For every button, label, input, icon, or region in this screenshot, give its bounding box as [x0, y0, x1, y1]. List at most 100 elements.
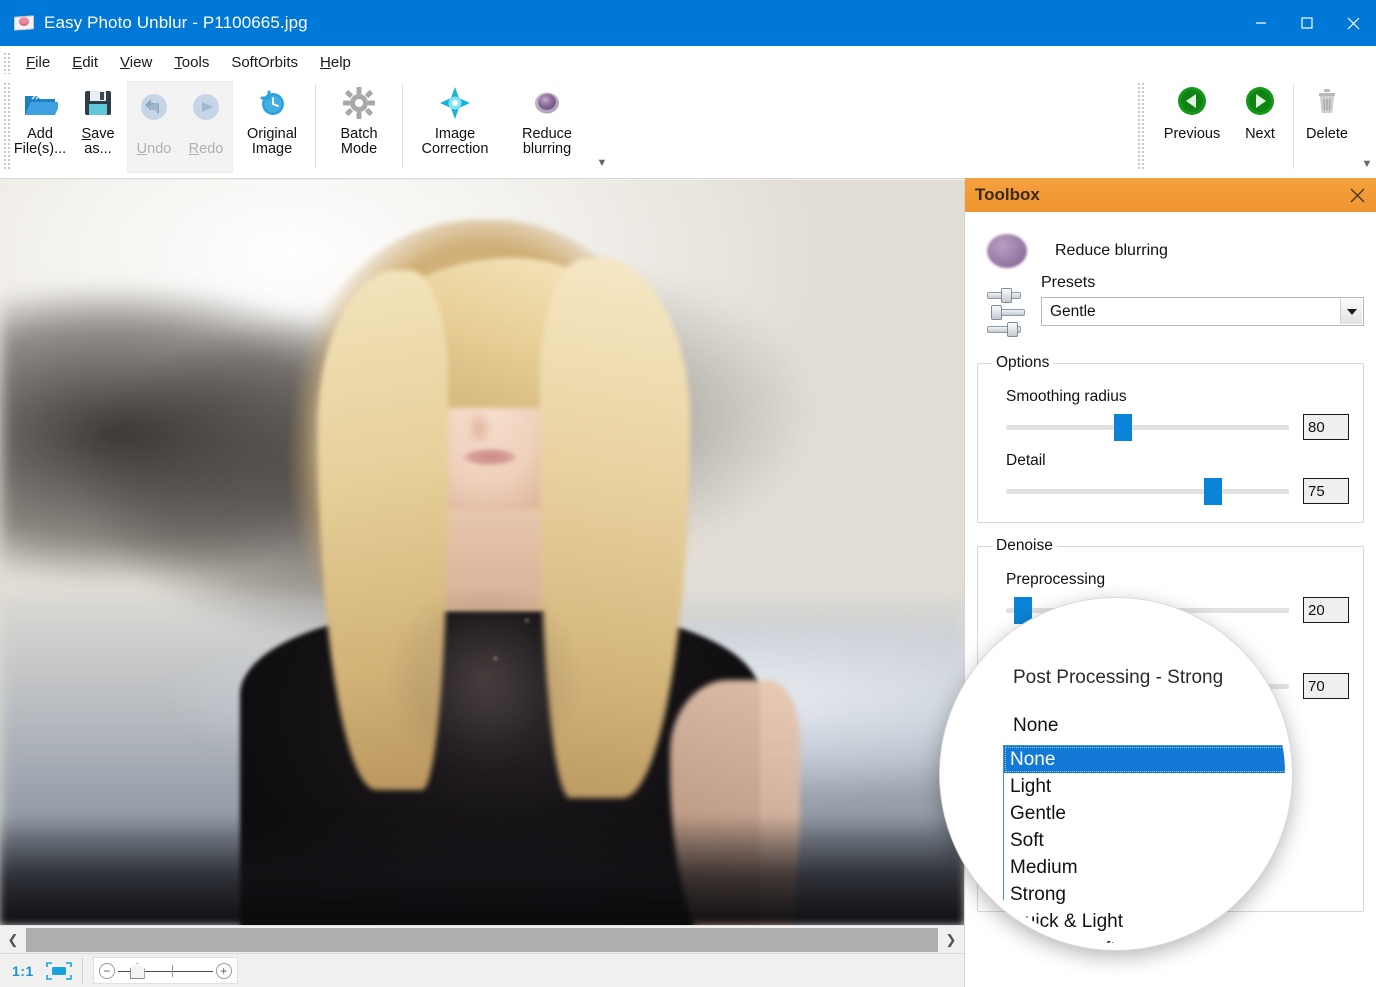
toolbar-label-batch-line1: Batch [340, 127, 377, 142]
listbox-option-gentle[interactable]: Gentle [1004, 800, 1292, 827]
plus-icon[interactable]: + [216, 963, 232, 979]
toolbar-button-add-files[interactable]: Add File(s)... [11, 79, 69, 171]
toolbar-button-reduce-blurring[interactable]: Reduce blurring [503, 79, 591, 171]
presets-dropdown[interactable]: Gentle [1041, 297, 1364, 326]
chevron-down-icon[interactable] [1340, 299, 1362, 324]
menu-item-help[interactable]: Help [309, 51, 362, 74]
blur-circle-icon [987, 234, 1027, 268]
presets-column: Presets Gentle [1041, 274, 1364, 326]
options-group: Options Smoothing radius 80 Detail 75 [977, 354, 1364, 523]
toolbox-header[interactable]: Toolbox [965, 178, 1376, 212]
title-bar: Easy Photo Unblur - P1100665.jpg [0, 0, 1376, 46]
menu-item-file[interactable]: File [15, 51, 61, 74]
toolbox-tool-name: Reduce blurring [1055, 242, 1168, 260]
presets-label: Presets [1041, 274, 1364, 292]
detail-slider[interactable] [1006, 476, 1289, 506]
window-title: Easy Photo Unblur - P1100665.jpg [44, 13, 308, 33]
close-icon[interactable] [1346, 184, 1368, 206]
trash-bin-icon [1309, 85, 1345, 121]
toolbar-right-expander-icon[interactable]: ▼ [1358, 155, 1376, 173]
toolbar-right-grip[interactable] [1137, 82, 1145, 170]
menu-bar: File Edit View Tools SoftOrbits Help [0, 46, 1376, 79]
toolbar-label-add-line1: Add [27, 127, 53, 142]
post-processing-listbox[interactable]: None Light Gentle Soft Medium Strong Qui… [1003, 745, 1292, 950]
post-processing-title: Post Processing - Strong [1013, 667, 1223, 689]
menu-item-view[interactable]: View [109, 51, 163, 74]
menu-tools-rest: ools [182, 54, 210, 71]
menu-help-rest: elp [331, 54, 351, 71]
fit-to-window-icon[interactable] [46, 962, 72, 980]
toolbar-separator-3 [1293, 85, 1294, 169]
toolbar-label-original-line2: Image [252, 142, 292, 157]
toolbar-label-previous: Previous [1164, 127, 1220, 142]
detail-label: Detail [1006, 452, 1349, 470]
detail-row: 75 [992, 476, 1349, 506]
blur-circle-icon [529, 85, 565, 121]
maximize-button[interactable] [1284, 0, 1330, 46]
clock-history-icon [254, 85, 290, 121]
scrollbar-track[interactable] [26, 926, 938, 954]
listbox-option-light[interactable]: Light [1004, 773, 1292, 800]
floppy-disk-icon [80, 85, 116, 121]
slider-track [1006, 489, 1289, 494]
toolbar-label-blur-line1: Reduce [522, 127, 572, 142]
toolbar-right-group: Previous Next [1134, 79, 1376, 179]
zoom-ratio-label[interactable]: 1:1 [12, 963, 34, 979]
menu-edit-rest: dit [82, 54, 98, 71]
toolbar-expander-icon[interactable]: ▼ [593, 154, 611, 172]
toolbar-button-original-image[interactable]: Original Image [233, 79, 311, 171]
open-folder-icon [22, 85, 58, 121]
sparkle-gem-icon [437, 85, 473, 121]
toolbar-label-blur-line2: blurring [523, 142, 571, 157]
listbox-option-medium[interactable]: Medium [1004, 854, 1292, 881]
slider-thumb[interactable] [1114, 414, 1132, 441]
toolbar-button-previous[interactable]: Previous [1153, 79, 1231, 171]
image-canvas[interactable] [0, 180, 964, 925]
minus-icon[interactable]: − [99, 963, 115, 979]
gear-icon [341, 85, 377, 121]
redo-arrow-icon [188, 90, 224, 126]
toolbox-title: Toolbox [975, 185, 1040, 205]
menu-item-softorbits[interactable]: SoftOrbits [220, 51, 309, 74]
listbox-option-strong[interactable]: Strong [1004, 881, 1292, 908]
toolbar-label-undo: Undo [137, 142, 172, 157]
toolbar-button-batch-mode[interactable]: Batch Mode [320, 79, 398, 171]
toolbar-grip-handle[interactable] [3, 82, 11, 170]
sliders-icon [985, 288, 1031, 340]
close-button[interactable] [1330, 0, 1376, 46]
toolbar-button-delete[interactable]: Delete [1298, 79, 1356, 171]
previous-green-arrow-icon [1174, 85, 1210, 121]
canvas-horizontal-scrollbar[interactable]: ❮ ❯ [0, 925, 964, 953]
toolbar-button-next[interactable]: Next [1231, 79, 1289, 171]
toolbar-label-add-line2: File(s)... [14, 142, 66, 157]
toolbar-button-undo[interactable]: Undo [128, 82, 180, 174]
toolbar-label-delete: Delete [1306, 127, 1348, 142]
listbox-option-soft[interactable]: Soft [1004, 827, 1292, 854]
toolbar-button-redo[interactable]: Redo [180, 82, 232, 174]
window-controls [1238, 0, 1376, 46]
menu-grip-handle[interactable] [3, 52, 11, 74]
slider-thumb[interactable] [1204, 478, 1222, 505]
detail-value[interactable]: 75 [1303, 478, 1349, 504]
toolbar-label-correction-line1: Image [435, 127, 475, 142]
scrollbar-thumb[interactable] [26, 928, 938, 952]
preprocessing-value[interactable]: 20 [1303, 597, 1349, 623]
presets-selected-value: Gentle [1042, 303, 1096, 321]
toolbar-separator-1 [315, 85, 316, 168]
chevron-left-icon[interactable]: ❮ [0, 926, 26, 954]
postprocessing-value[interactable]: 70 [1303, 673, 1349, 699]
zoom-slider-widget[interactable]: − + [93, 957, 238, 984]
minimize-button[interactable] [1238, 0, 1284, 46]
undo-arrow-icon [136, 90, 172, 126]
smoothing-radius-value[interactable]: 80 [1303, 414, 1349, 440]
zoom-slider-handle[interactable] [130, 963, 145, 979]
toolbar-button-save-as[interactable]: Save as... [69, 79, 127, 171]
listbox-option-none[interactable]: None [1004, 746, 1292, 773]
menu-view-rest: iew [130, 54, 153, 71]
toolbar-button-image-correction[interactable]: Image Correction [407, 79, 503, 171]
menu-item-tools[interactable]: Tools [163, 51, 220, 74]
smoothing-radius-slider[interactable] [1006, 412, 1289, 442]
denoise-legend: Denoise [992, 537, 1057, 555]
menu-item-edit[interactable]: Edit [61, 51, 109, 74]
listbox-option-quick-light[interactable]: Quick & Light [1004, 908, 1292, 935]
